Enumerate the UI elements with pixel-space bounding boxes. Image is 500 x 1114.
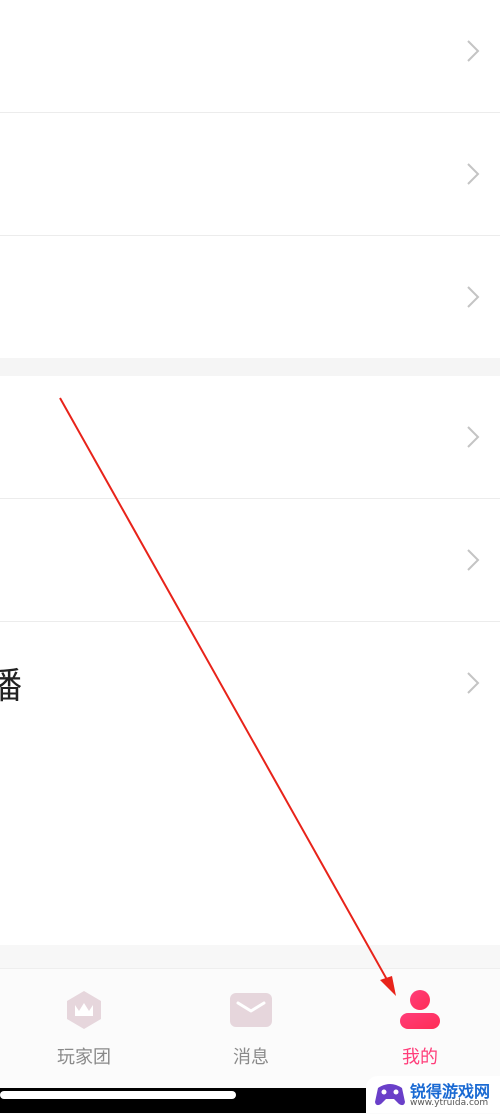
home-indicator[interactable]	[0, 1091, 236, 1099]
tab-label: 消息	[233, 1047, 269, 1068]
chevron-right-icon	[467, 40, 480, 62]
settings-row-6[interactable]: 播	[0, 622, 500, 744]
settings-row-5[interactable]	[0, 499, 500, 622]
settings-row-3[interactable]	[0, 236, 500, 359]
tab-me[interactable]: 我的	[360, 989, 480, 1079]
row-label: 播	[0, 666, 23, 707]
chevron-right-icon	[467, 163, 480, 185]
site-watermark: 锐得游戏网 www.ytruida.com	[366, 1076, 500, 1113]
crown-shield-icon	[67, 991, 101, 1029]
tab-label: 玩家团	[57, 1047, 111, 1068]
watermark-url: www.ytruida.com	[410, 1098, 489, 1108]
chevron-right-icon	[467, 426, 480, 448]
tab-label: 我的	[402, 1047, 438, 1068]
section-divider	[0, 358, 500, 376]
envelope-icon	[230, 993, 272, 1027]
chevron-right-icon	[467, 549, 480, 571]
settings-row-4[interactable]	[0, 376, 500, 499]
chevron-right-icon	[467, 286, 480, 308]
settings-row-1[interactable]	[0, 0, 500, 113]
tab-messages[interactable]: 消息	[191, 989, 311, 1079]
tab-players[interactable]: 玩家团	[24, 989, 144, 1079]
content-background	[0, 945, 500, 968]
gamepad-logo-icon	[375, 1084, 405, 1106]
chevron-right-icon	[467, 672, 480, 694]
profile-icon	[400, 990, 440, 1029]
settings-row-2[interactable]	[0, 113, 500, 236]
